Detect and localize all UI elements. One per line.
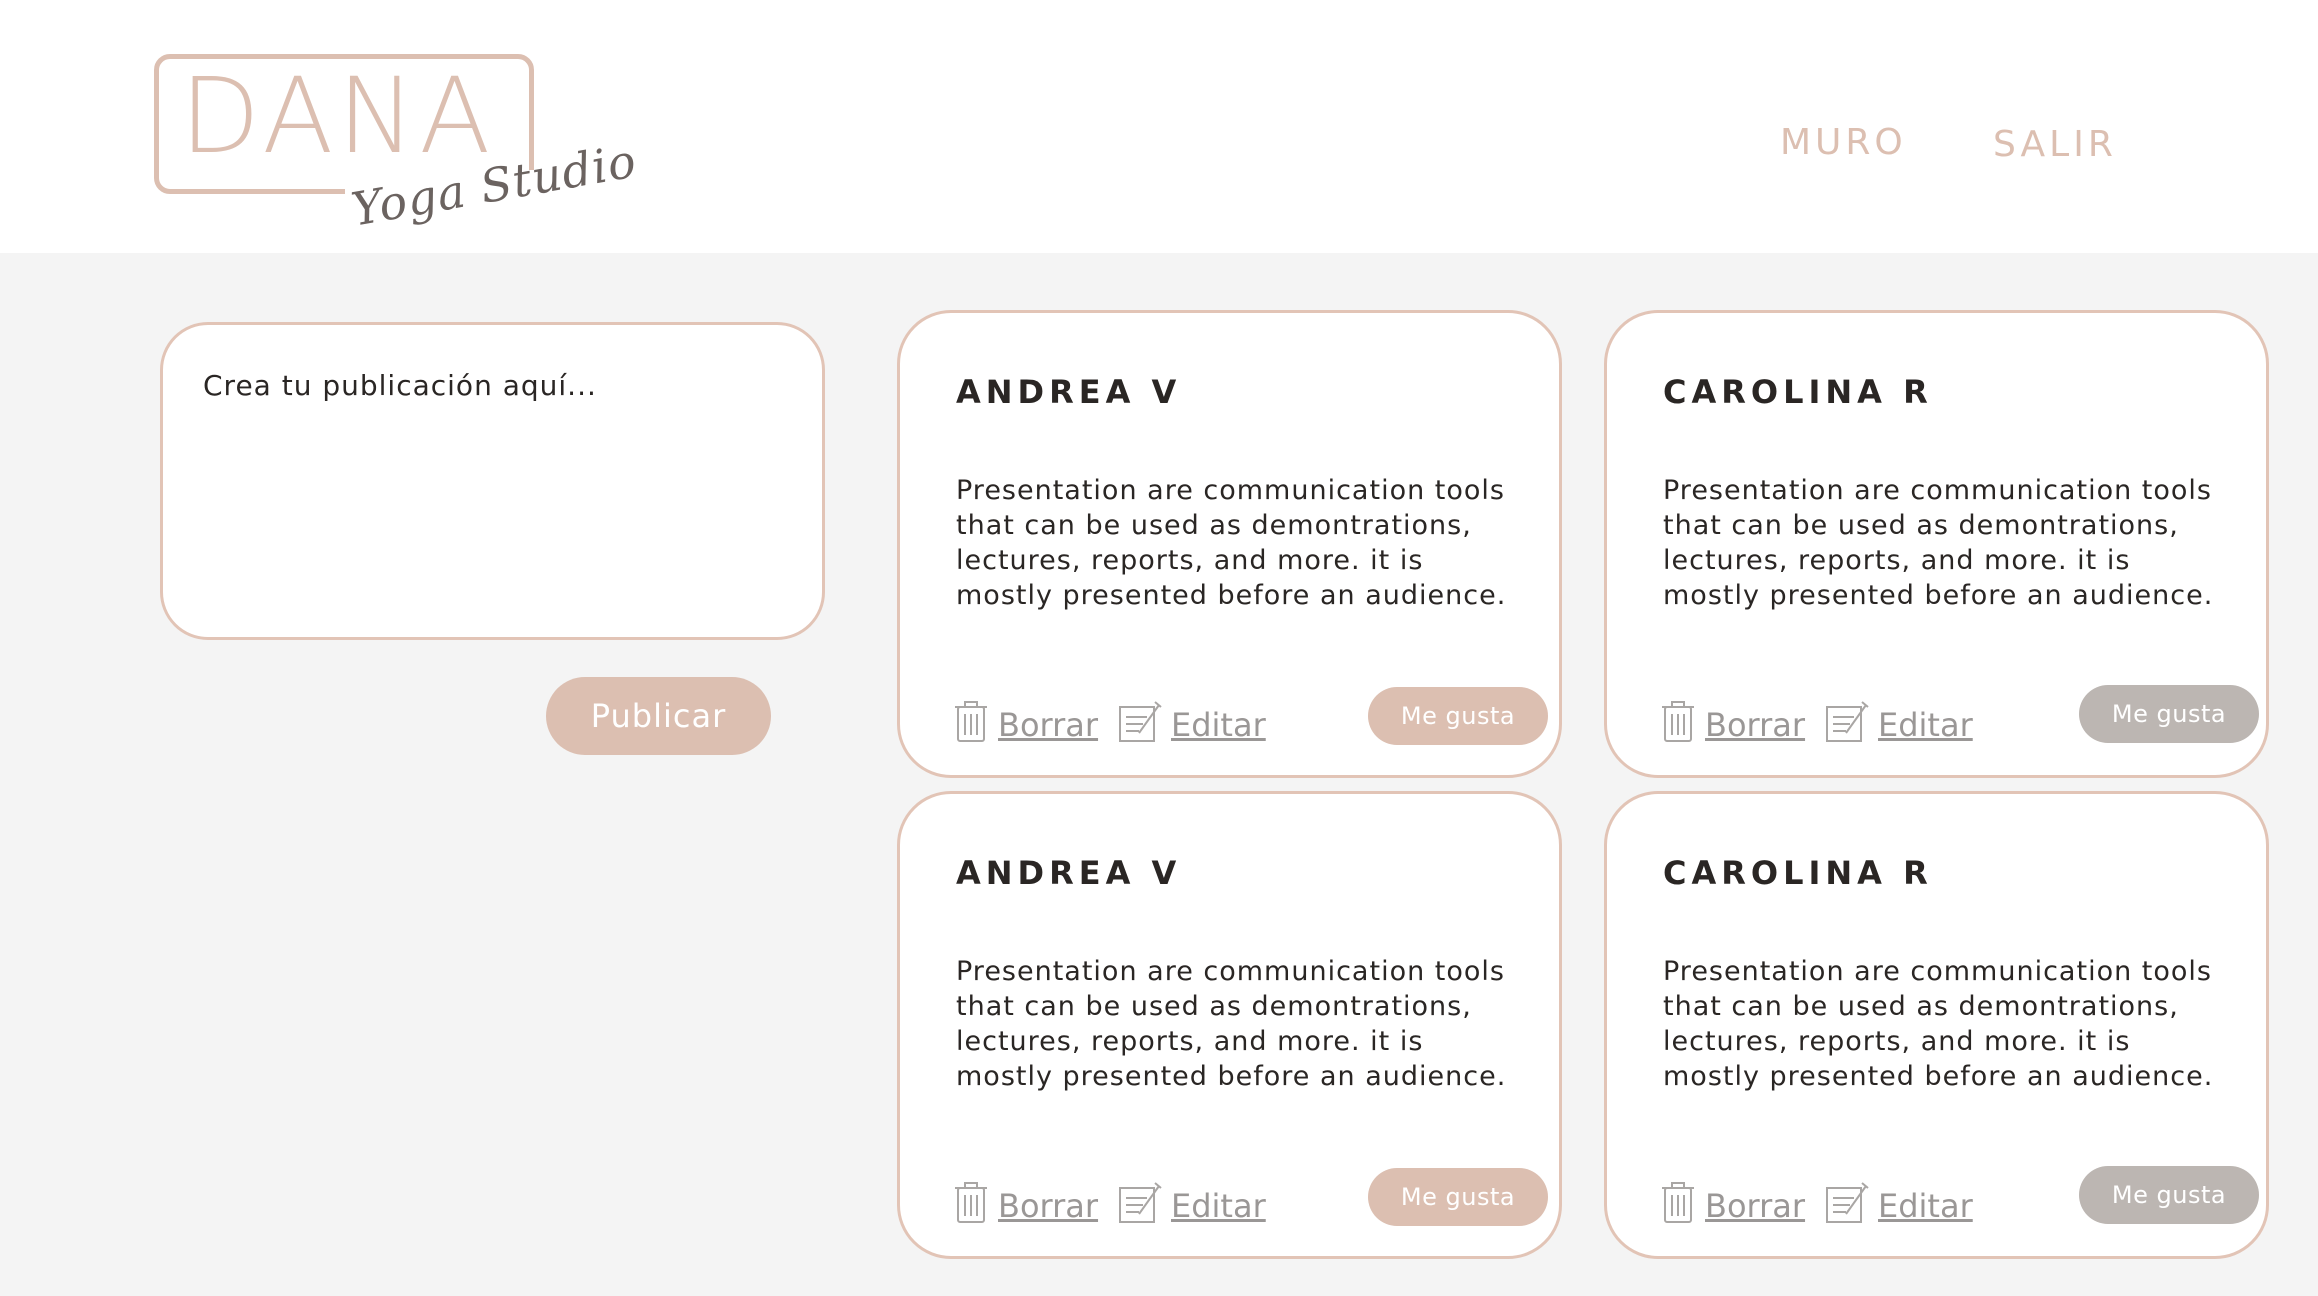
dana-yoga-logo[interactable]: DANA Yoga Studio bbox=[150, 50, 641, 237]
post-actions: Borrar Editar Me gusta bbox=[952, 687, 1548, 749]
edit-button[interactable]: Editar bbox=[1117, 1174, 1266, 1226]
post-card: ANDREA V Presentation are communication … bbox=[897, 310, 1562, 778]
edit-icon bbox=[1119, 701, 1162, 742]
delete-label: Borrar bbox=[1705, 1187, 1806, 1225]
nav-salir[interactable]: SALIR bbox=[1993, 124, 2117, 165]
post-body: Presentation are communication tools tha… bbox=[956, 956, 1507, 1092]
post-author: CAROLINA R bbox=[1663, 373, 1933, 411]
like-button[interactable]: Me gusta bbox=[2079, 1166, 2259, 1224]
edit-label: Editar bbox=[1171, 1187, 1266, 1225]
nav-muro[interactable]: MURO bbox=[1780, 122, 1907, 163]
delete-label: Borrar bbox=[998, 706, 1099, 744]
delete-button[interactable]: Borrar bbox=[952, 1174, 1098, 1226]
delete-label: Borrar bbox=[1705, 706, 1806, 744]
post-card: CAROLINA R Presentation are communicatio… bbox=[1604, 310, 2269, 778]
post-body: Presentation are communication tools tha… bbox=[1663, 956, 2214, 1092]
post-card: CAROLINA R Presentation are communicatio… bbox=[1604, 791, 2269, 1259]
trash-icon bbox=[955, 701, 987, 742]
like-button[interactable]: Me gusta bbox=[1368, 687, 1548, 745]
trash-icon bbox=[955, 1182, 987, 1223]
like-button[interactable]: Me gusta bbox=[2079, 685, 2259, 743]
post-body: Presentation are communication tools tha… bbox=[956, 475, 1507, 611]
delete-button[interactable]: Borrar bbox=[952, 693, 1098, 745]
delete-label: Borrar bbox=[998, 1187, 1099, 1225]
post-body: Presentation are communication tools tha… bbox=[1663, 475, 2214, 611]
delete-button[interactable]: Borrar bbox=[1659, 693, 1805, 745]
post-author: ANDREA V bbox=[956, 373, 1182, 411]
post-author: ANDREA V bbox=[956, 854, 1182, 892]
edit-label: Editar bbox=[1878, 706, 1973, 744]
post-actions: Borrar Editar Me gusta bbox=[952, 1168, 1548, 1230]
edit-button[interactable]: Editar bbox=[1824, 693, 1973, 745]
edit-label: Editar bbox=[1878, 1187, 1973, 1225]
post-actions: Borrar Editar Me gusta bbox=[1659, 1166, 2259, 1230]
edit-label: Editar bbox=[1171, 706, 1266, 744]
post-card: ANDREA V Presentation are communication … bbox=[897, 791, 1562, 1259]
publish-button[interactable]: Publicar bbox=[546, 677, 771, 755]
edit-button[interactable]: Editar bbox=[1117, 693, 1266, 745]
edit-button[interactable]: Editar bbox=[1824, 1174, 1973, 1226]
post-composer-input[interactable] bbox=[160, 322, 825, 640]
edit-icon bbox=[1826, 1182, 1869, 1223]
top-header: DANA Yoga Studio MURO SALIR bbox=[0, 0, 2318, 253]
logo-text: DANA bbox=[180, 55, 495, 177]
post-actions: Borrar Editar Me gusta bbox=[1659, 685, 2259, 749]
edit-icon bbox=[1826, 701, 1869, 742]
edit-icon bbox=[1119, 1182, 1162, 1223]
post-author: CAROLINA R bbox=[1663, 854, 1933, 892]
trash-icon bbox=[1662, 701, 1694, 742]
like-button[interactable]: Me gusta bbox=[1368, 1168, 1548, 1226]
trash-icon bbox=[1662, 1182, 1694, 1223]
delete-button[interactable]: Borrar bbox=[1659, 1174, 1805, 1226]
